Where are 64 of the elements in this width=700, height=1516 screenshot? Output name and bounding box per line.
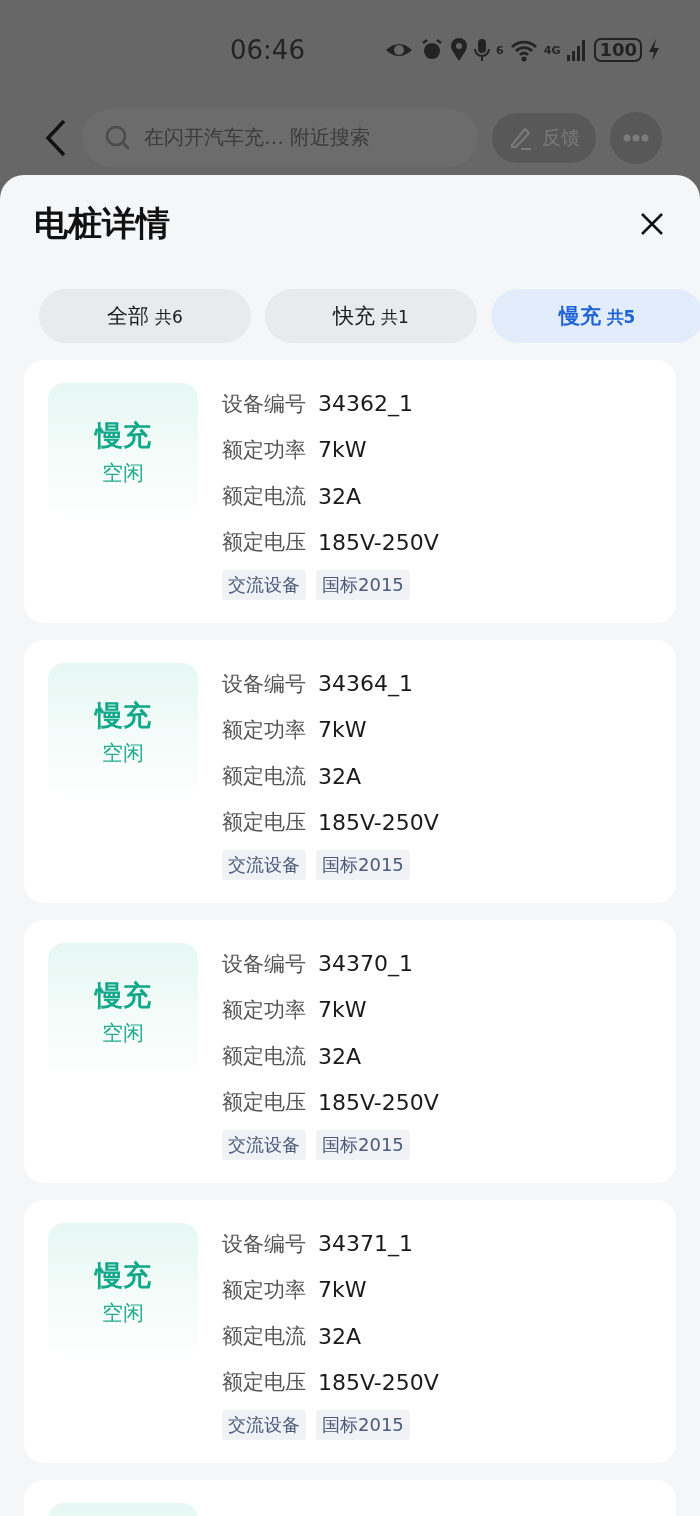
field-label: 额定电流	[222, 763, 306, 791]
field-label: 设备编号	[222, 1230, 306, 1258]
field-label: 额定电流	[222, 1043, 306, 1071]
location-icon	[450, 38, 469, 62]
field-value: 32A	[318, 1323, 362, 1349]
field-value: 34362_1	[318, 391, 413, 417]
network-label: 4G	[543, 43, 561, 57]
field-value: 7kW	[318, 1277, 367, 1303]
charger-tag: 交流设备	[222, 1410, 306, 1440]
field-label: 设备编号	[222, 670, 306, 698]
field-label: 额定电压	[222, 529, 306, 557]
field-label: 设备编号	[222, 950, 306, 978]
field-label: 额定功率	[222, 436, 306, 464]
charging-icon	[648, 38, 660, 62]
status-time: 06:46	[230, 35, 306, 65]
charger-status: 空闲	[102, 1019, 144, 1047]
charger-tag: 国标2015	[316, 1410, 410, 1440]
charger-status: 空闲	[102, 739, 144, 767]
field-value: 7kW	[318, 717, 367, 743]
charger-type: 慢充	[95, 1257, 151, 1294]
field-value: 185V-250V	[318, 1089, 439, 1115]
field-value: 185V-250V	[318, 809, 439, 835]
filter-tab[interactable]: 慢充 共5	[491, 289, 700, 343]
filter-tab[interactable]: 全部 共6	[39, 289, 251, 343]
charger-status: 空闲	[102, 1299, 144, 1327]
charger-tag: 国标2015	[316, 1130, 410, 1160]
field-value: 34364_1	[318, 671, 413, 697]
charger-tag: 交流设备	[222, 1130, 306, 1160]
field-value: 185V-250V	[318, 529, 439, 555]
field-value: 32A	[318, 763, 362, 789]
charger-type: 慢充	[95, 697, 151, 734]
field-label: 额定电压	[222, 1089, 306, 1117]
field-value: 34371_1	[318, 1231, 413, 1257]
field-label: 额定电压	[222, 809, 306, 837]
sheet-title: 电桩详情	[34, 202, 170, 245]
field-value: 34370_1	[318, 951, 413, 977]
microphone-icon	[474, 38, 491, 62]
more-icon	[623, 133, 649, 142]
field-label: 设备编号	[222, 390, 306, 418]
charger-status: 空闲	[102, 459, 144, 487]
field-value: 7kW	[318, 997, 367, 1023]
battery-level: 100	[594, 38, 642, 62]
field-label: 额定电流	[222, 483, 306, 511]
field-label: 额定电压	[222, 1369, 306, 1397]
field-label: 额定功率	[222, 1276, 306, 1304]
search-icon	[104, 123, 132, 152]
wifi-generation-label: 6	[496, 43, 504, 57]
field-label: 额定功率	[222, 716, 306, 744]
charger-tag: 国标2015	[316, 570, 410, 600]
charger-tag: 国标2015	[316, 850, 410, 880]
wifi-icon	[509, 38, 538, 62]
back-icon[interactable]	[44, 117, 68, 158]
field-value: 32A	[318, 1043, 362, 1069]
charger-tag: 交流设备	[222, 850, 306, 880]
field-label: 额定功率	[222, 996, 306, 1024]
field-value: 185V-250V	[318, 1369, 439, 1395]
charger-tag: 交流设备	[222, 570, 306, 600]
field-value: 7kW	[318, 437, 367, 463]
charger-type: 慢充	[95, 977, 151, 1014]
charger-type: 慢充	[95, 417, 151, 454]
field-value: 32A	[318, 483, 362, 509]
close-icon[interactable]	[640, 212, 664, 236]
field-label: 额定电流	[222, 1323, 306, 1351]
filter-tab[interactable]: 快充 共1	[265, 289, 477, 343]
